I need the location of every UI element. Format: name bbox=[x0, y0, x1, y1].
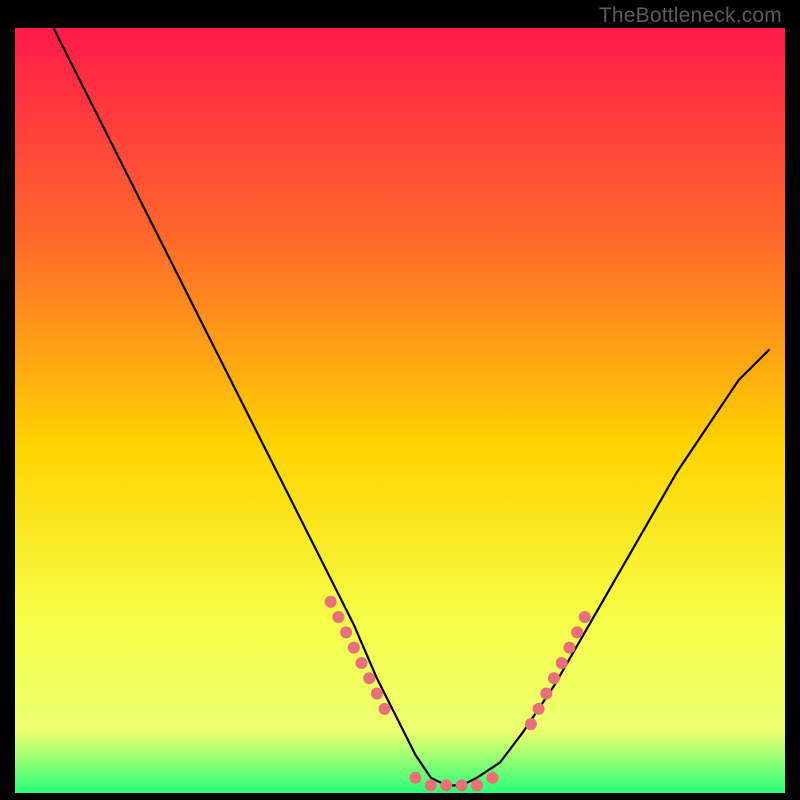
data-dot bbox=[440, 779, 452, 791]
data-dot bbox=[456, 779, 468, 791]
data-dot bbox=[533, 703, 545, 715]
data-dot bbox=[325, 596, 337, 608]
chart-frame bbox=[15, 28, 785, 793]
data-dot bbox=[363, 672, 375, 684]
data-dot bbox=[348, 642, 360, 654]
data-dot bbox=[579, 611, 591, 623]
watermark-text: TheBottleneck.com bbox=[599, 4, 782, 28]
data-dot bbox=[340, 626, 352, 638]
data-dot bbox=[379, 703, 391, 715]
data-dot bbox=[425, 779, 437, 791]
data-dot bbox=[356, 657, 368, 669]
data-dot bbox=[525, 718, 537, 730]
data-dot bbox=[548, 672, 560, 684]
data-dot bbox=[332, 611, 344, 623]
data-dot bbox=[571, 626, 583, 638]
data-dot bbox=[486, 772, 498, 784]
data-dot bbox=[471, 779, 483, 791]
data-dot bbox=[371, 688, 383, 700]
gradient-background bbox=[15, 28, 785, 793]
data-dot bbox=[540, 688, 552, 700]
data-dot bbox=[409, 772, 421, 784]
data-dot bbox=[563, 642, 575, 654]
data-dot bbox=[556, 657, 568, 669]
bottleneck-chart bbox=[15, 28, 785, 793]
